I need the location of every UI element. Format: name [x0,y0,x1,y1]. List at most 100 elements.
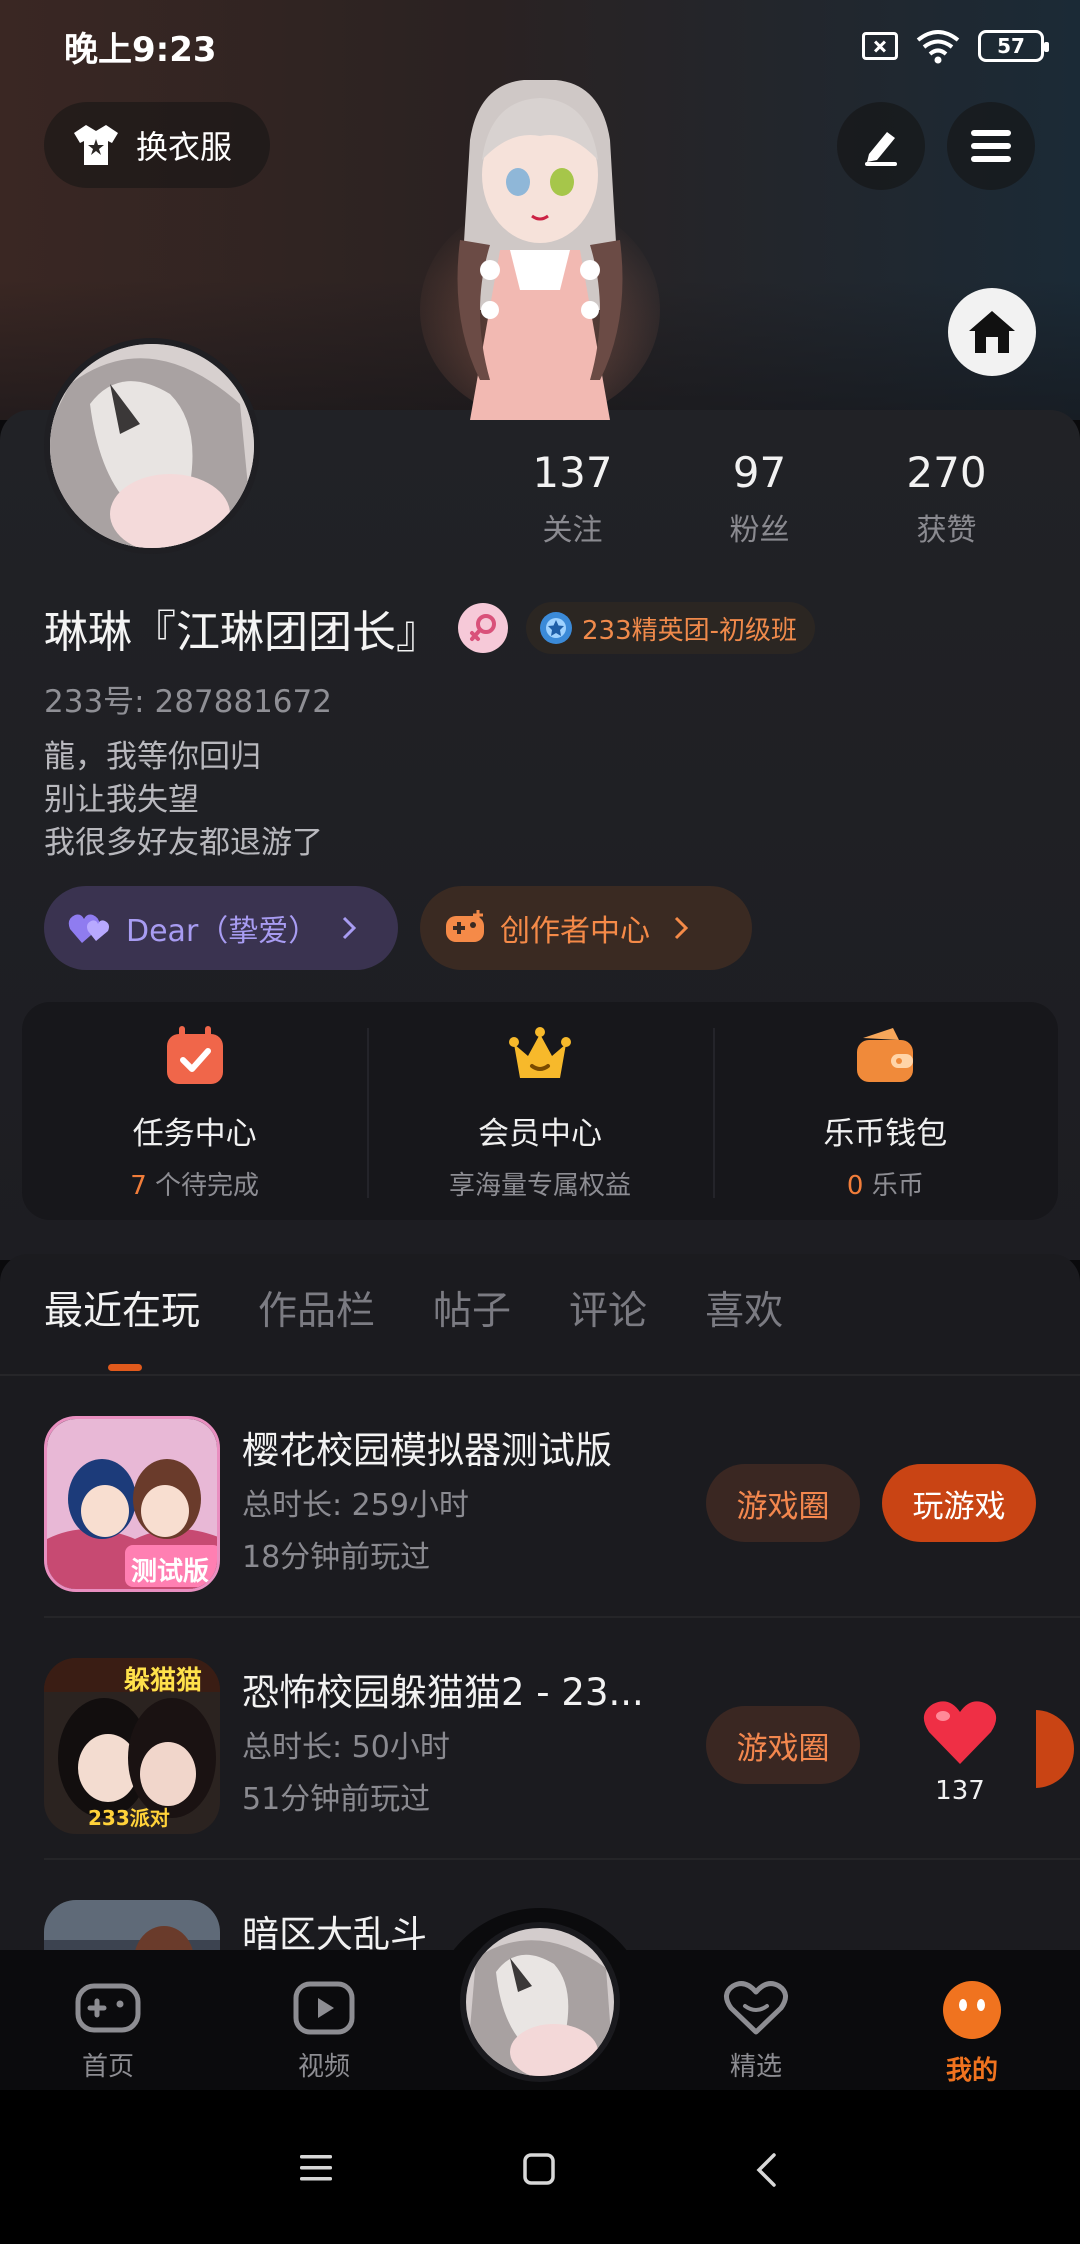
nav-video[interactable]: 视频 [244,1980,404,2083]
wallet-icon [857,1028,914,1082]
game-last-played: 51分钟前玩过 [242,1782,431,1817]
stat-following-label: 关注 [542,513,603,548]
bio-line: 别让我失望 [44,782,199,818]
medal-icon [540,612,572,644]
battery-icon: 57 [978,30,1049,62]
thumb-label: 躲猫猫 [124,1666,203,1696]
change-outfit-button[interactable]: 换衣服 [44,102,270,188]
female-gender-icon [458,603,508,653]
wifi-icon [916,30,960,64]
like-floating-button[interactable]: 137 [900,1688,1020,1828]
status-bar: 晚上9:23 57 [0,0,1080,92]
nav-mine[interactable]: 我的 [892,1980,1052,2087]
change-outfit-label: 换衣服 [136,128,233,166]
game-circle-button[interactable]: 游戏圈 [706,1706,860,1784]
game-circle-button[interactable]: 游戏圈 [706,1464,860,1542]
wallet-title: 乐币钱包 [823,1116,948,1152]
coin-count: 0 [846,1171,864,1201]
back-icon[interactable] [754,2152,778,2188]
pencil-icon [865,132,897,166]
bio-line: 龍，我等你回归 [44,739,261,775]
tab-works[interactable]: 作品栏 [258,1280,375,1336]
shirt-icon [74,125,118,165]
stat-likes-label: 获赞 [916,513,977,548]
stat-following[interactable]: 137 关注 [479,448,666,549]
tab-recent[interactable]: 最近在玩 [44,1280,200,1336]
chevron-right-icon [343,916,357,940]
group-badge[interactable]: 233精英团-初级班 [526,602,816,654]
user-id: 233号: 287881672 [44,684,332,720]
wallet-card[interactable]: 乐币钱包 0 乐币 [712,1002,1058,1220]
profile-stats: 137 关注 97 粉丝 270 获赞 [479,448,1040,549]
creator-center-label: 创作者中心 [500,914,650,949]
home-shortcut-button[interactable] [948,288,1036,376]
stat-followers-label: 粉丝 [729,513,790,548]
nav-featured[interactable]: 精选 [676,1980,836,2083]
dear-button[interactable]: Dear（挚爱） [44,886,398,970]
bio-line: 我很多好友都退游了 [44,825,323,861]
thumb-label: 233派对 [88,1806,170,1830]
stat-likes[interactable]: 270 获赞 [853,448,1040,549]
task-count-text: 个待完成 [146,1171,260,1201]
coin-text: 乐币 [863,1171,924,1201]
tab-likes[interactable]: 喜欢 [705,1280,783,1336]
game-thumbnail: 躲猫猫 233派对 [44,1658,220,1834]
task-center-title: 任务中心 [132,1116,257,1152]
edit-profile-button[interactable] [837,102,925,190]
video-play-icon [293,1981,355,2035]
task-center-sub: 7 个待完成 [22,1165,367,1202]
menu-button[interactable] [947,102,1035,190]
play-game-button-partial[interactable] [1036,1710,1080,1788]
feature-cards: 任务中心 7 个待完成 会员中心 享海量专属权益 乐币钱包 0 乐币 [22,1002,1058,1220]
game-row[interactable]: 测试版 樱花校园模拟器测试版 总时长: 259小时 18分钟前玩过 游戏圈 玩游… [0,1376,1080,1618]
tab-comments[interactable]: 评论 [569,1280,647,1336]
creator-center-button[interactable]: 创作者中心 [420,886,752,970]
content-tabs: 最近在玩 作品栏 帖子 评论 喜欢 [44,1280,783,1336]
name-row: 琳琳『江琳团团长』 233精英团-初级班 [44,596,816,660]
nav-home-label: 首页 [81,2052,134,2082]
content-section: 最近在玩 作品栏 帖子 评论 喜欢 测试版 樱花校园模拟器测试版 总时长: 25… [0,1254,1080,1990]
game-title: 樱花校园模拟器测试版 [242,1429,612,1472]
crown-icon [508,1027,571,1078]
profile-bio: 龍，我等你回归 别让我失望 我很多好友都退游了 [44,736,323,865]
stat-likes-count: 270 [906,448,987,497]
stat-followers[interactable]: 97 粉丝 [666,448,853,549]
member-center-card[interactable]: 会员中心 享海量专属权益 [367,1002,712,1220]
tab-posts[interactable]: 帖子 [433,1280,511,1336]
avatar-character-figure[interactable] [420,80,660,420]
recent-apps-icon[interactable] [298,2152,334,2184]
center-avatar-button[interactable] [460,1922,620,2082]
chevron-right-icon [674,916,689,940]
profile-name: 琳琳『江琳团团长』 [44,607,440,658]
heart-outline-icon [724,1981,788,2035]
like-count: 137 [935,1776,985,1806]
double-heart-icon [68,914,109,943]
nav-home[interactable]: 首页 [28,1980,188,2083]
task-count: 7 [130,1171,147,1201]
member-center-sub: 享海量专属权益 [367,1165,712,1202]
play-game-button[interactable]: 玩游戏 [882,1464,1036,1542]
nav-featured-label: 精选 [729,2052,782,2082]
thumb-label: 测试版 [131,1557,210,1587]
profile-avatar[interactable] [44,338,260,554]
house-icon [969,311,1015,353]
dear-label: Dear（挚爱） [126,914,319,949]
menu-icon [971,130,1011,162]
member-center-title: 会员中心 [477,1116,602,1152]
wallet-sub: 0 乐币 [713,1165,1058,1202]
calendar-check-icon [166,1026,223,1084]
game-last-played: 18分钟前玩过 [242,1540,431,1575]
home-square-icon[interactable] [522,2152,556,2186]
group-badge-label: 233精英团-初级班 [582,615,798,646]
game-duration: 总时长: 50小时 [242,1730,450,1765]
stat-following-count: 137 [532,448,613,497]
active-tab-indicator [108,1364,142,1371]
gamepad-icon [75,1983,141,2033]
task-center-card[interactable]: 任务中心 7 个待完成 [22,1002,367,1220]
profile-face-icon [943,1981,1001,2039]
game-title: 恐怖校园躲猫猫2 - 23... [242,1671,644,1714]
no-sim-icon [862,32,898,60]
game-thumbnail: 测试版 [44,1416,220,1592]
stat-followers-count: 97 [732,448,787,497]
game-duration: 总时长: 259小时 [242,1488,469,1523]
